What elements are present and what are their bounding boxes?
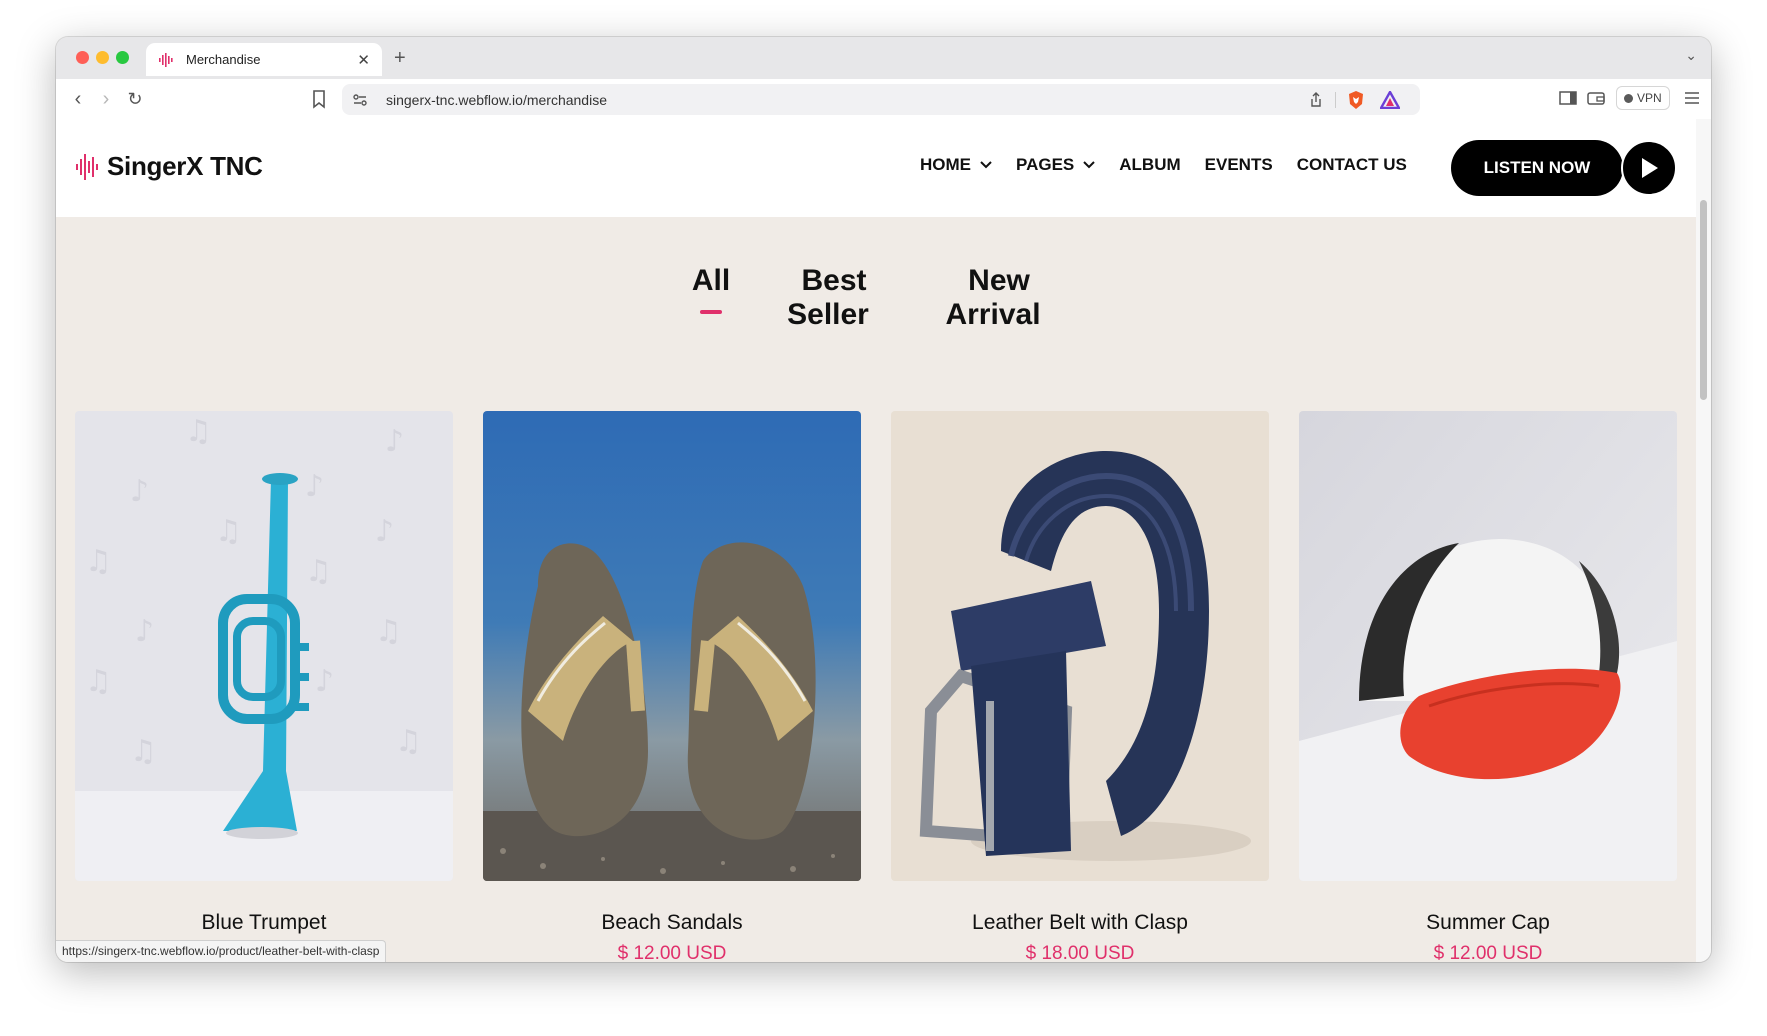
svg-text:♪: ♪: [135, 614, 154, 649]
vpn-button[interactable]: VPN: [1616, 86, 1670, 110]
tab-label-new-arrival: New Arrival: [945, 264, 1041, 331]
browser-toolbar: ‹ › ↻ singerx-tnc.webflow.io/merchandise: [56, 79, 1711, 119]
leather-belt-image[interactable]: [891, 411, 1269, 881]
play-button[interactable]: [1621, 140, 1677, 196]
chevron-down-icon: [980, 161, 992, 169]
wallet-icon[interactable]: [1586, 88, 1606, 108]
cap-illustration: [1299, 411, 1677, 881]
trumpet-illustration: ♫ ♪ ♪ ♪ ♫ ♪ ♫ ♫ ♪ ♫ ♫ ♪ ♫ ♫: [75, 411, 453, 881]
url-text[interactable]: singerx-tnc.webflow.io/merchandise: [386, 92, 1307, 108]
svg-text:♪: ♪: [375, 514, 394, 549]
nav-item-events[interactable]: EVENTS: [1205, 155, 1273, 175]
product-name[interactable]: Leather Belt with Clasp: [891, 911, 1269, 935]
svg-text:♪: ♪: [130, 474, 149, 509]
brave-rewards-icon[interactable]: [1380, 90, 1400, 109]
site-settings-icon[interactable]: [352, 92, 368, 108]
share-icon[interactable]: [1307, 91, 1325, 109]
site-logo[interactable]: SingerX TNC: [75, 151, 263, 182]
svg-text:♫: ♫: [305, 554, 332, 589]
nav-label-home: HOME: [920, 155, 971, 174]
minimize-window-button[interactable]: [96, 51, 109, 64]
listen-now-button[interactable]: LISTEN NOW: [1451, 140, 1623, 196]
product-card[interactable]: Beach Sandals $ 12.00 USD: [483, 411, 861, 962]
product-card[interactable]: Leather Belt with Clasp $ 18.00 USD: [891, 411, 1269, 962]
beach-sandals-image[interactable]: [483, 411, 861, 881]
brave-shields-icon[interactable]: [1346, 90, 1366, 110]
product-price: $ 12.00 USD: [617, 943, 727, 962]
nav-item-album[interactable]: ALBUM: [1119, 155, 1180, 175]
nav-item-contact-us[interactable]: CONTACT US: [1297, 155, 1407, 175]
svg-text:♫: ♫: [375, 614, 402, 649]
svg-text:♪: ♪: [385, 424, 404, 459]
nav-label-events: EVENTS: [1204, 155, 1273, 174]
nav-label-contact-us: CONTACT US: [1296, 155, 1407, 174]
tab-merchandise[interactable]: Merchandise ✕: [146, 43, 382, 76]
back-button[interactable]: ‹: [66, 87, 90, 111]
nav-label-pages: PAGES: [1016, 155, 1075, 174]
soundwave-logo-icon: [76, 153, 98, 180]
main-nav: HOME PAGES ALBUM EVENTS CONTACT US: [920, 155, 1431, 175]
tab-close-icon[interactable]: ✕: [357, 51, 370, 69]
browser-window: Merchandise ✕ + ⌄ ‹ › ↻ singerx-tnc.webf…: [56, 37, 1711, 962]
sidebar-toggle-icon[interactable]: [1558, 88, 1578, 108]
vpn-label: VPN: [1637, 91, 1662, 105]
svg-text:♫: ♫: [85, 544, 112, 579]
hamburger-menu-icon[interactable]: [1682, 88, 1702, 108]
reload-button[interactable]: ↻: [123, 87, 147, 111]
svg-text:♪: ♪: [315, 664, 334, 699]
product-card[interactable]: Summer Cap $ 12.00 USD: [1299, 411, 1677, 962]
tab-list-chevron-icon[interactable]: ⌄: [1685, 47, 1697, 64]
product-price: $ 18.00 USD: [1025, 943, 1135, 962]
active-tab-indicator: [700, 310, 722, 314]
nav-item-home[interactable]: HOME: [920, 155, 992, 175]
play-icon: [1642, 158, 1658, 178]
product-card[interactable]: ♫ ♪ ♪ ♪ ♫ ♪ ♫ ♫ ♪ ♫ ♫ ♪ ♫ ♫ Blue Trumpet: [75, 411, 453, 962]
tab-title: Merchandise: [186, 52, 261, 67]
soundwave-favicon-icon: [159, 52, 173, 67]
zoom-window-button[interactable]: [116, 51, 129, 64]
nav-item-pages[interactable]: PAGES: [1016, 155, 1095, 175]
blue-trumpet-image[interactable]: ♫ ♪ ♪ ♪ ♫ ♪ ♫ ♫ ♪ ♫ ♫ ♪ ♫ ♫: [75, 411, 453, 881]
link-status-bar: https://singerx-tnc.webflow.io/product/l…: [56, 940, 387, 962]
sandals-illustration: [483, 411, 861, 881]
summer-cap-image[interactable]: [1299, 411, 1677, 881]
page-scrollbar-thumb[interactable]: [1700, 200, 1707, 400]
tab-label-best-seller: Best Seller: [787, 264, 869, 331]
svg-text:♫: ♫: [185, 414, 212, 449]
product-name[interactable]: Blue Trumpet: [75, 911, 453, 935]
svg-text:♫: ♫: [215, 514, 242, 549]
belt-illustration: [891, 411, 1269, 881]
svg-text:♪: ♪: [305, 469, 324, 504]
svg-text:♫: ♫: [130, 734, 157, 769]
logo-text: SingerX TNC: [107, 151, 263, 181]
tab-new-arrival[interactable]: New Arrival: [911, 264, 1081, 332]
new-tab-button[interactable]: +: [394, 47, 406, 70]
svg-text:♫: ♫: [85, 664, 112, 699]
tab-label-all: All: [691, 264, 731, 297]
tab-all[interactable]: All: [671, 264, 751, 332]
page-viewport: SingerX TNC HOME PAGES ALBUM EVENTS CONT…: [56, 119, 1696, 962]
tab-strip: Merchandise ✕ + ⌄: [56, 37, 1711, 79]
product-grid: ♫ ♪ ♪ ♪ ♫ ♪ ♫ ♫ ♪ ♫ ♫ ♪ ♫ ♫ Blue Trumpet…: [75, 411, 1677, 962]
forward-button[interactable]: ›: [94, 87, 118, 111]
chevron-down-icon: [1083, 161, 1095, 169]
product-price: $ 12.00 USD: [1433, 943, 1543, 962]
site-header: SingerX TNC HOME PAGES ALBUM EVENTS CONT…: [56, 119, 1696, 217]
vpn-status-icon: [1624, 93, 1633, 103]
product-name[interactable]: Beach Sandals: [483, 911, 861, 935]
product-name[interactable]: Summer Cap: [1299, 911, 1677, 935]
svg-text:♫: ♫: [395, 724, 422, 759]
tab-best-seller[interactable]: Best Seller: [751, 264, 911, 332]
bookmark-icon[interactable]: [308, 88, 330, 110]
product-filter-tabs: All Best Seller New Arrival: [56, 264, 1696, 332]
address-bar[interactable]: singerx-tnc.webflow.io/merchandise: [342, 84, 1420, 115]
nav-label-album: ALBUM: [1119, 155, 1181, 174]
address-separator: [1335, 91, 1336, 108]
close-window-button[interactable]: [76, 51, 89, 64]
